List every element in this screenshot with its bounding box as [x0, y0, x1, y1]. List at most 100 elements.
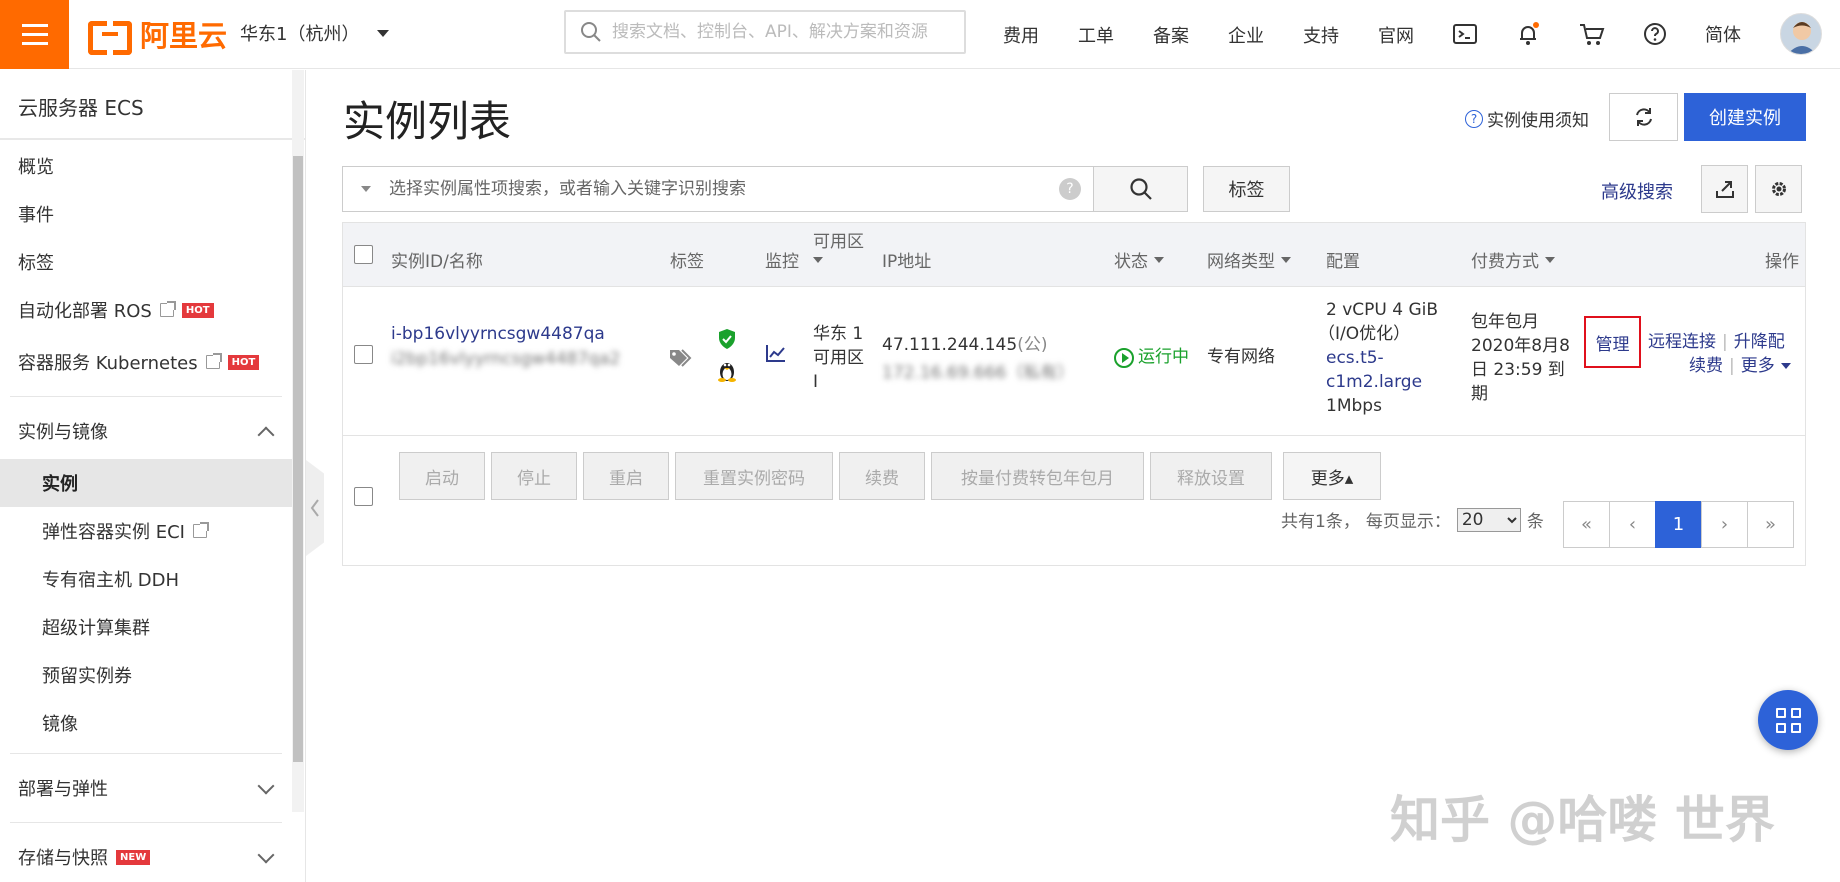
settings-button[interactable] [1755, 165, 1802, 213]
upgrade-link[interactable]: 升降配 [1734, 332, 1785, 352]
global-search[interactable] [564, 10, 966, 54]
tag-filter-button[interactable]: 标签 [1203, 166, 1290, 212]
per-page-select[interactable]: 20 [1456, 507, 1521, 532]
public-ip-suffix: (公) [1017, 335, 1048, 355]
nav-official-site[interactable]: 官网 [1378, 22, 1414, 48]
top-bar: 阿里云 华东1（杭州） 费用 工单 备案 企业 支持 官网 简体 [0, 0, 1840, 69]
next-page-button[interactable]: › [1701, 501, 1748, 548]
top-nav: 费用 工单 备案 企业 支持 官网 [1003, 0, 1453, 69]
aliyun-logo[interactable]: 阿里云 [88, 16, 227, 55]
header-status[interactable]: 状态 [1114, 247, 1164, 272]
page-1-button[interactable]: 1 [1655, 501, 1702, 548]
header-network[interactable]: 网络类型 [1207, 247, 1291, 272]
nav-support[interactable]: 支持 [1303, 22, 1339, 48]
terminal-icon[interactable] [1451, 20, 1479, 48]
sidebar-item-kubernetes[interactable]: 容器服务 Kubernetes HOT [0, 334, 292, 390]
refresh-button[interactable] [1609, 93, 1678, 141]
remote-connect-link[interactable]: 远程连接 [1648, 332, 1716, 352]
sidebar-group-instances[interactable]: 实例与镜像 [0, 403, 292, 459]
nav-tickets[interactable]: 工单 [1078, 22, 1114, 48]
network-type: 专有网络 [1207, 347, 1275, 367]
bell-icon[interactable] [1514, 20, 1542, 48]
refresh-icon [1635, 108, 1652, 126]
prev-page-button[interactable]: ‹ [1609, 501, 1656, 548]
sidebar-group-storage[interactable]: 存储与快照 NEW [0, 829, 292, 882]
last-page-button[interactable]: » [1747, 501, 1794, 548]
sidebar-item-scc[interactable]: 超级计算集群 [0, 603, 292, 651]
bulk-release-settings-button[interactable]: 释放设置 [1150, 452, 1272, 500]
bulk-renew-button[interactable]: 续费 [839, 452, 925, 500]
sidebar-item-ros[interactable]: 自动化部署 ROS HOT [0, 286, 292, 334]
global-search-input[interactable] [612, 22, 952, 42]
sidebar-item-label: 镜像 [42, 714, 78, 735]
filter-input[interactable] [389, 179, 1059, 199]
sidebar-scrollbar[interactable] [292, 70, 304, 812]
first-page-button[interactable]: « [1563, 501, 1610, 548]
chevron-left-icon [310, 499, 319, 517]
monitor-chart-icon[interactable] [765, 343, 787, 371]
sidebar-collapse-toggle[interactable] [306, 460, 324, 556]
header-monitor: 监控 [765, 252, 799, 272]
bulk-start-button[interactable]: 启动 [399, 452, 485, 500]
sidebar-item-eci[interactable]: 弹性容器实例 ECI [0, 507, 292, 555]
sidebar-item-label: 事件 [18, 205, 54, 226]
sidebar-item-instances[interactable]: 实例 [0, 459, 292, 507]
chevron-up-icon [257, 426, 275, 444]
cart-icon[interactable] [1578, 20, 1606, 48]
instance-id-link[interactable]: i-bp16vlyyrncsgw4487qa [391, 322, 605, 347]
bulk-stop-button[interactable]: 停止 [491, 452, 577, 500]
select-all-checkbox[interactable] [354, 245, 373, 264]
instance-type-link-line1[interactable]: ecs.t5- [1326, 346, 1384, 371]
instance-name: i2bp16vlyyrncsgw4487qa2 [391, 349, 621, 369]
sidebar-item-tags[interactable]: 标签 [0, 238, 292, 286]
hot-badge: HOT [227, 354, 260, 370]
instance-usage-notice-link[interactable]: ? 实例使用须知 [1465, 106, 1589, 131]
scrollbar-thumb[interactable] [293, 156, 303, 762]
sidebar-group-deploy[interactable]: 部署与弹性 [0, 760, 292, 816]
billing-expiry-line2: 日 23:59 到 [1471, 360, 1565, 380]
bulk-select-checkbox[interactable] [354, 487, 373, 506]
sidebar-item-events[interactable]: 事件 [0, 190, 292, 238]
bulk-reset-password-button[interactable]: 重置实例密码 [675, 452, 833, 500]
language-switch[interactable]: 简体 [1705, 21, 1741, 47]
bulk-more-button[interactable]: 更多▴ [1283, 452, 1381, 500]
zone-line3: I [813, 372, 819, 392]
row-checkbox[interactable] [354, 345, 373, 364]
nav-icp[interactable]: 备案 [1153, 22, 1189, 48]
hamburger-menu-button[interactable] [0, 0, 69, 69]
question-icon[interactable]: ? [1059, 178, 1081, 200]
renew-link[interactable]: 续费 [1689, 356, 1723, 376]
more-actions-link[interactable]: 更多 [1741, 356, 1775, 376]
sidebar-item-overview[interactable]: 概览 [0, 142, 292, 190]
manage-button[interactable]: 管理 [1584, 316, 1641, 368]
sidebar-item-label: 预留实例券 [42, 666, 132, 687]
region-selector[interactable]: 华东1（杭州） [240, 20, 390, 46]
new-badge: NEW [116, 849, 151, 865]
avatar[interactable] [1780, 13, 1822, 55]
export-button[interactable] [1701, 165, 1748, 213]
floating-apps-button[interactable] [1758, 690, 1818, 750]
bulk-convert-billing-button[interactable]: 按量付费转包年包月 [931, 452, 1144, 500]
search-button[interactable] [1093, 166, 1188, 212]
tag-icon[interactable] [668, 348, 694, 376]
sidebar-item-reserved[interactable]: 预留实例券 [0, 651, 292, 699]
grid-icon [1790, 707, 1801, 718]
nav-enterprise[interactable]: 企业 [1228, 22, 1264, 48]
chevron-down-icon [257, 846, 275, 864]
header-zone: 可用区 [813, 232, 864, 252]
sidebar-item-images[interactable]: 镜像 [0, 699, 292, 747]
create-instance-button[interactable]: 创建实例 [1684, 93, 1806, 141]
table-header: 实例ID/名称 标签 监控 可用区 IP地址 状态 网络类型 配置 付费方式 操… [343, 223, 1805, 287]
bulk-restart-button[interactable]: 重启 [583, 452, 669, 500]
sidebar-item-label: 专有宿主机 DDH [42, 570, 179, 591]
help-icon[interactable] [1641, 20, 1669, 48]
actions-line2: 续费 | 更多 [1689, 354, 1791, 379]
running-icon [1114, 347, 1134, 368]
filter-dropdown[interactable] [343, 166, 389, 212]
instance-type-link-line2[interactable]: c1m2.large [1326, 370, 1422, 395]
nav-billing[interactable]: 费用 [1003, 22, 1039, 48]
header-billing[interactable]: 付费方式 [1471, 247, 1555, 272]
advanced-search-link[interactable]: 高级搜索 [1601, 178, 1673, 204]
zone-line2: 可用区 [813, 348, 864, 368]
sidebar-item-ddh[interactable]: 专有宿主机 DDH [0, 555, 292, 603]
